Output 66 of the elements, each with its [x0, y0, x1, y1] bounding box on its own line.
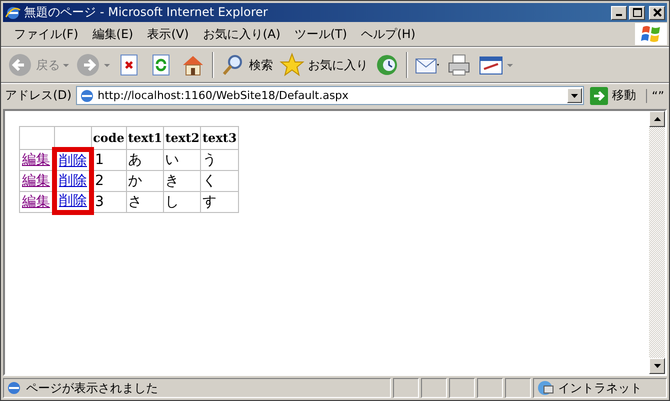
search-button[interactable]: 検索 — [218, 52, 275, 78]
windows-logo — [635, 23, 667, 45]
status-pane — [505, 378, 531, 398]
window-title: 無題のページ - Microsoft Internet Explorer — [24, 4, 269, 21]
delete-link[interactable]: 削除 — [59, 173, 87, 189]
star-icon — [279, 52, 305, 78]
column-header: text1 — [126, 126, 164, 150]
menu-item[interactable]: ヘルプ(H) — [354, 26, 422, 42]
column-header: text3 — [200, 126, 238, 150]
network-icon — [536, 380, 554, 396]
toolbar-label: 検索 — [249, 56, 273, 74]
scroll-down-button[interactable] — [649, 358, 665, 374]
links-label: “” — [646, 88, 669, 102]
minimize-button[interactable] — [611, 6, 627, 20]
down-arrow-icon — [654, 364, 660, 368]
table-cell: い — [164, 150, 201, 170]
dropdown-arrow-icon — [63, 64, 69, 66]
close-button[interactable] — [649, 6, 665, 20]
history-icon — [374, 52, 400, 78]
page-icon — [6, 380, 22, 396]
favorites-button[interactable]: お気に入り — [277, 52, 370, 78]
delete-link[interactable]: 削除 — [59, 153, 87, 169]
status-pane — [477, 378, 503, 398]
close-icon — [652, 8, 662, 17]
toolbar-label: お気に入り — [308, 56, 368, 74]
printer-icon — [446, 52, 472, 78]
status-text: ページが表示されました — [26, 380, 158, 396]
table-cell: う — [200, 150, 238, 170]
table-cell: す — [200, 192, 238, 212]
table-cell: さ — [126, 192, 164, 212]
column-header: text2 — [164, 126, 201, 150]
table-cell: か — [126, 170, 164, 192]
minimize-icon — [616, 14, 622, 16]
menu-item[interactable]: お気に入り(A) — [196, 26, 288, 42]
menu-item[interactable]: 表示(V) — [140, 26, 196, 42]
scroll-up-button[interactable] — [649, 111, 665, 127]
dropdown-arrow-icon — [507, 64, 513, 66]
maximize-icon — [632, 8, 642, 17]
status-pane — [449, 378, 475, 398]
caret-icon — [571, 94, 578, 98]
table-cell: し — [164, 192, 201, 212]
maximize-button[interactable] — [629, 6, 645, 20]
zone-text: イントラネット — [558, 380, 642, 396]
table-cell: 3 — [92, 192, 126, 212]
menu-item[interactable]: ツール(T) — [287, 26, 354, 42]
address-field[interactable]: http://localhost:1160/WebSite18/Default.aspx — [76, 86, 584, 105]
menu-item[interactable]: 編集(E) — [85, 26, 140, 42]
table-cell: く — [200, 170, 238, 192]
page-icon — [78, 88, 95, 104]
up-arrow-icon — [654, 117, 660, 121]
status-pane — [421, 378, 447, 398]
table-cell: あ — [126, 150, 164, 170]
table-cell: 2 — [92, 170, 126, 192]
table-cell: き — [164, 170, 201, 192]
go-button[interactable]: 移動 — [588, 86, 642, 104]
toolbar-label: 戻る — [36, 56, 60, 74]
menu-item[interactable]: ファイル(F) — [7, 26, 86, 42]
column-header: code — [92, 126, 126, 150]
scrollbar[interactable] — [649, 111, 665, 374]
delete-link[interactable]: 削除 — [59, 193, 87, 209]
browser-icon — [5, 4, 21, 20]
address-label: アドレス(D) — [5, 87, 72, 104]
table-cell: 1 — [92, 150, 126, 170]
status-pane — [393, 378, 419, 398]
dropdown-button[interactable] — [567, 88, 582, 103]
dropdown-arrow-icon — [104, 64, 110, 66]
